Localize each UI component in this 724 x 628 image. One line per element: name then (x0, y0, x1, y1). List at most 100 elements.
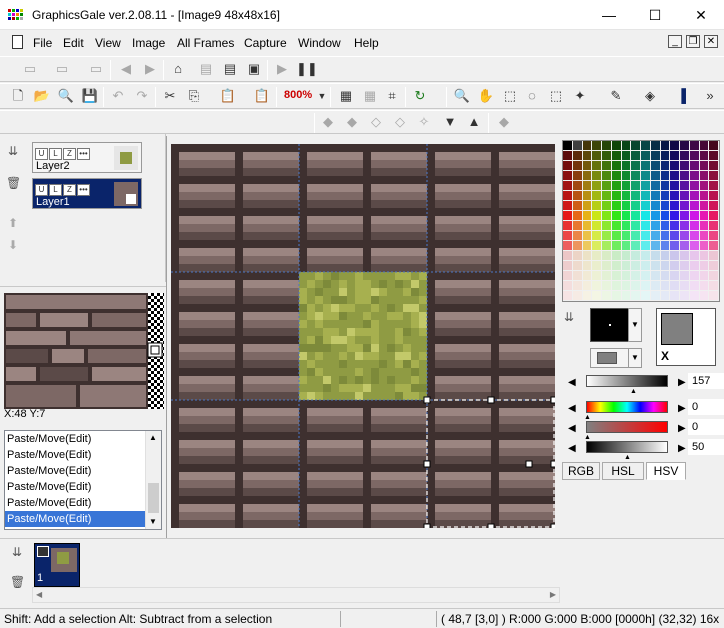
palette-swatch[interactable] (563, 211, 573, 221)
move-down-icon[interactable]: ▼ (440, 112, 460, 132)
pin-icon[interactable]: ⇊ (564, 310, 574, 324)
palette-swatch[interactable] (582, 271, 593, 281)
palette-swatch[interactable] (611, 201, 622, 211)
trash-icon[interactable]: 🗑 (6, 176, 21, 190)
palette-swatch[interactable] (670, 191, 680, 201)
palette-swatch[interactable] (709, 261, 719, 271)
palette-swatch[interactable] (650, 181, 661, 191)
copy-icon[interactable]: ⎘ (184, 86, 204, 106)
palette-swatch[interactable] (611, 181, 622, 191)
pin-icon[interactable]: ⇊ (12, 545, 22, 559)
palette-swatch[interactable] (631, 221, 641, 231)
scroll-right-icon[interactable]: ▶ (550, 590, 556, 599)
palette-swatch[interactable] (602, 261, 612, 271)
palette-swatch[interactable] (592, 251, 602, 261)
palette-swatch[interactable] (602, 211, 612, 221)
palette-swatch[interactable] (660, 231, 671, 241)
palette-swatch[interactable] (602, 281, 612, 291)
palette-swatch[interactable] (641, 251, 651, 261)
palette-swatch[interactable] (699, 251, 710, 261)
palette-swatch[interactable] (602, 181, 612, 191)
pause-icon[interactable]: ❚❚ (296, 59, 318, 79)
palette-swatch[interactable] (680, 211, 690, 221)
palette-swatch[interactable] (621, 251, 632, 261)
palette-swatch[interactable] (699, 141, 710, 151)
lightness-slider[interactable] (586, 441, 668, 453)
history-item[interactable]: Paste/Move(Edit) (5, 463, 146, 479)
luminance-slider[interactable] (586, 375, 668, 387)
palette-swatch[interactable] (631, 271, 641, 281)
selection-handle[interactable] (487, 523, 495, 528)
palette-swatch[interactable] (592, 231, 602, 241)
palette-swatch[interactable] (670, 161, 680, 171)
palette-swatch[interactable] (641, 171, 651, 181)
palette-swatch[interactable] (621, 171, 632, 181)
palette-swatch[interactable] (670, 281, 680, 291)
palette-swatch[interactable] (699, 231, 710, 241)
shape-add-icon[interactable]: ◆ (318, 112, 338, 132)
palette-swatch[interactable] (572, 151, 583, 161)
palette-swatch[interactable] (650, 221, 661, 231)
palette-swatch[interactable] (660, 271, 671, 281)
palette-swatch[interactable] (660, 181, 671, 191)
palette-swatch[interactable] (670, 151, 680, 161)
slider-thumb-icon[interactable]: ▲ (584, 414, 591, 421)
palette-swatch[interactable] (592, 191, 602, 201)
mdi-restore-button[interactable]: ❐ (686, 35, 700, 48)
menu-all-frames[interactable]: All Frames (177, 36, 234, 50)
menu-help[interactable]: Help (354, 36, 379, 50)
palette-swatch[interactable] (641, 201, 651, 211)
more-tools-icon[interactable]: » (700, 86, 720, 106)
redo-icon[interactable]: ↷ (132, 86, 152, 106)
palette-swatch[interactable] (670, 201, 680, 211)
palette-swatch[interactable] (650, 291, 661, 301)
palette-swatch[interactable] (709, 151, 719, 161)
palette-swatch[interactable] (650, 171, 661, 181)
slider-thumb-icon[interactable]: ▲ (584, 434, 591, 441)
palette-swatch[interactable] (582, 221, 593, 231)
palette-swatch[interactable] (650, 141, 661, 151)
palette-swatch[interactable] (709, 181, 719, 191)
tab-rgb[interactable]: RGB (562, 462, 600, 480)
palette-swatch[interactable] (680, 151, 690, 161)
palette-swatch[interactable] (699, 291, 710, 301)
palette-swatch[interactable] (670, 291, 680, 301)
palette-swatch[interactable] (563, 181, 573, 191)
palette-swatch[interactable] (699, 191, 710, 201)
palette-swatch[interactable] (572, 221, 583, 231)
palette-swatch[interactable] (709, 141, 719, 151)
palette-swatch[interactable] (592, 241, 602, 251)
palette-swatch[interactable] (563, 271, 573, 281)
frame-thumbnail[interactable]: 1 (34, 543, 80, 587)
preview-image[interactable] (4, 293, 164, 409)
palette-swatch[interactable] (611, 211, 622, 221)
menu-window[interactable]: Window (298, 36, 341, 50)
palette-swatch[interactable] (621, 201, 632, 211)
palette-swatch[interactable] (650, 241, 661, 251)
palette-swatch[interactable] (582, 291, 593, 301)
palette-swatch[interactable] (660, 261, 671, 271)
palette-swatch[interactable] (650, 251, 661, 261)
palette-swatch[interactable] (621, 211, 632, 221)
palette-swatch[interactable] (611, 171, 622, 181)
palette-swatch[interactable] (631, 191, 641, 201)
history-scrollbar[interactable]: ▲ ▼ (145, 431, 161, 529)
palette-swatch[interactable] (709, 161, 719, 171)
menu-file[interactable]: File (33, 36, 52, 50)
eraser-icon[interactable]: ◆ (494, 112, 514, 132)
palette-swatch[interactable] (650, 281, 661, 291)
palette-swatch[interactable] (602, 231, 612, 241)
palette-swatch[interactable] (641, 291, 651, 301)
minimize-button[interactable]: — (586, 0, 632, 30)
palette-swatch[interactable] (699, 221, 710, 231)
palette-swatch[interactable] (602, 221, 612, 231)
palette-swatch[interactable] (680, 191, 690, 201)
shape-star-icon[interactable]: ✧ (414, 112, 434, 132)
palette-swatch[interactable] (631, 281, 641, 291)
palette-swatch[interactable] (572, 171, 583, 181)
palette-swatch[interactable] (699, 241, 710, 251)
palette-swatch[interactable] (582, 251, 593, 261)
palette-swatch[interactable] (602, 251, 612, 261)
palette-swatch[interactable] (621, 231, 632, 241)
palette-swatch[interactable] (660, 161, 671, 171)
